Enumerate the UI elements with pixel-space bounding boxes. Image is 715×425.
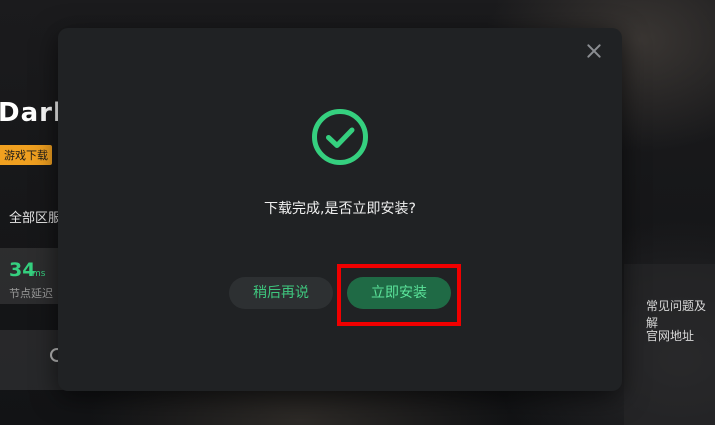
install-later-button[interactable]: 稍后再说 [229,277,333,309]
dialog-message: 下载完成,是否立即安装? [264,201,416,217]
close-icon[interactable] [584,41,604,61]
website-link[interactable]: 官网地址 [646,327,694,344]
ping-unit: ms [32,269,46,279]
download-tag[interactable]: 游戏下载 [0,145,52,165]
highlight-annotation [337,264,461,326]
right-panel [624,264,715,425]
faq-link[interactable]: 常见问题及解 [646,297,715,331]
region-selector[interactable]: 全部区服 [9,207,61,226]
check-circle-icon [312,109,368,165]
ping-label: 节点延迟 [9,287,53,300]
